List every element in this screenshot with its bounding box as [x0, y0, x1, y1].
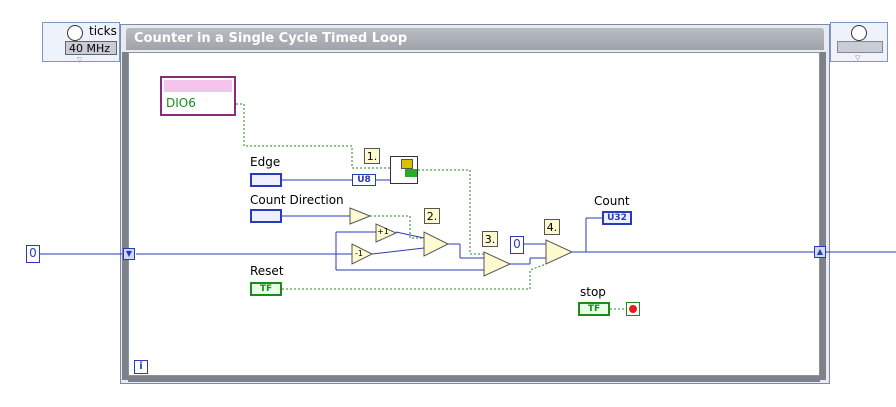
decrement-label: -1 [355, 249, 363, 258]
dio-name: DIO6 [166, 96, 196, 110]
edge-icon [405, 169, 417, 177]
increment-label: +1 [377, 227, 389, 236]
dio-io-node[interactable]: DIO6 [160, 76, 236, 116]
loop-condition-icon[interactable] [626, 302, 640, 316]
initial-constant[interactable]: 0 [26, 245, 40, 263]
stop-control[interactable]: TF [578, 302, 610, 316]
wire-dec-out [371, 247, 425, 255]
count-label: Count [594, 194, 630, 208]
select-3 [483, 251, 512, 277]
count-direction-control[interactable] [250, 209, 282, 223]
wire-reset [282, 263, 547, 290]
reset-control[interactable]: TF [250, 282, 282, 296]
edge-label: Edge [250, 155, 281, 169]
select-4 [545, 239, 574, 265]
count-indicator[interactable]: U32 [602, 211, 632, 225]
wires [40, 103, 896, 310]
reset-constant[interactable]: 0 [510, 236, 524, 254]
reset-label: Reset [250, 264, 284, 278]
stop-label: stop [580, 285, 606, 299]
select-2 [423, 231, 450, 257]
note-1: 1. [364, 148, 380, 164]
shift-register-right[interactable]: ▲ [814, 246, 826, 258]
note-3: 3. [482, 231, 498, 247]
shift-register-left[interactable]: ▼ [123, 248, 135, 260]
not-equal-zero [349, 207, 372, 225]
count-direction-label: Count Direction [250, 193, 344, 207]
iteration-terminal: i [134, 360, 148, 374]
edge-type: U8 [352, 174, 376, 186]
edge-control[interactable] [250, 173, 282, 187]
chip-icon [401, 159, 413, 169]
dio-header [164, 80, 232, 92]
edge-detect-node[interactable] [390, 156, 418, 184]
note-2: 2. [424, 208, 440, 224]
note-4: 4. [544, 219, 560, 235]
